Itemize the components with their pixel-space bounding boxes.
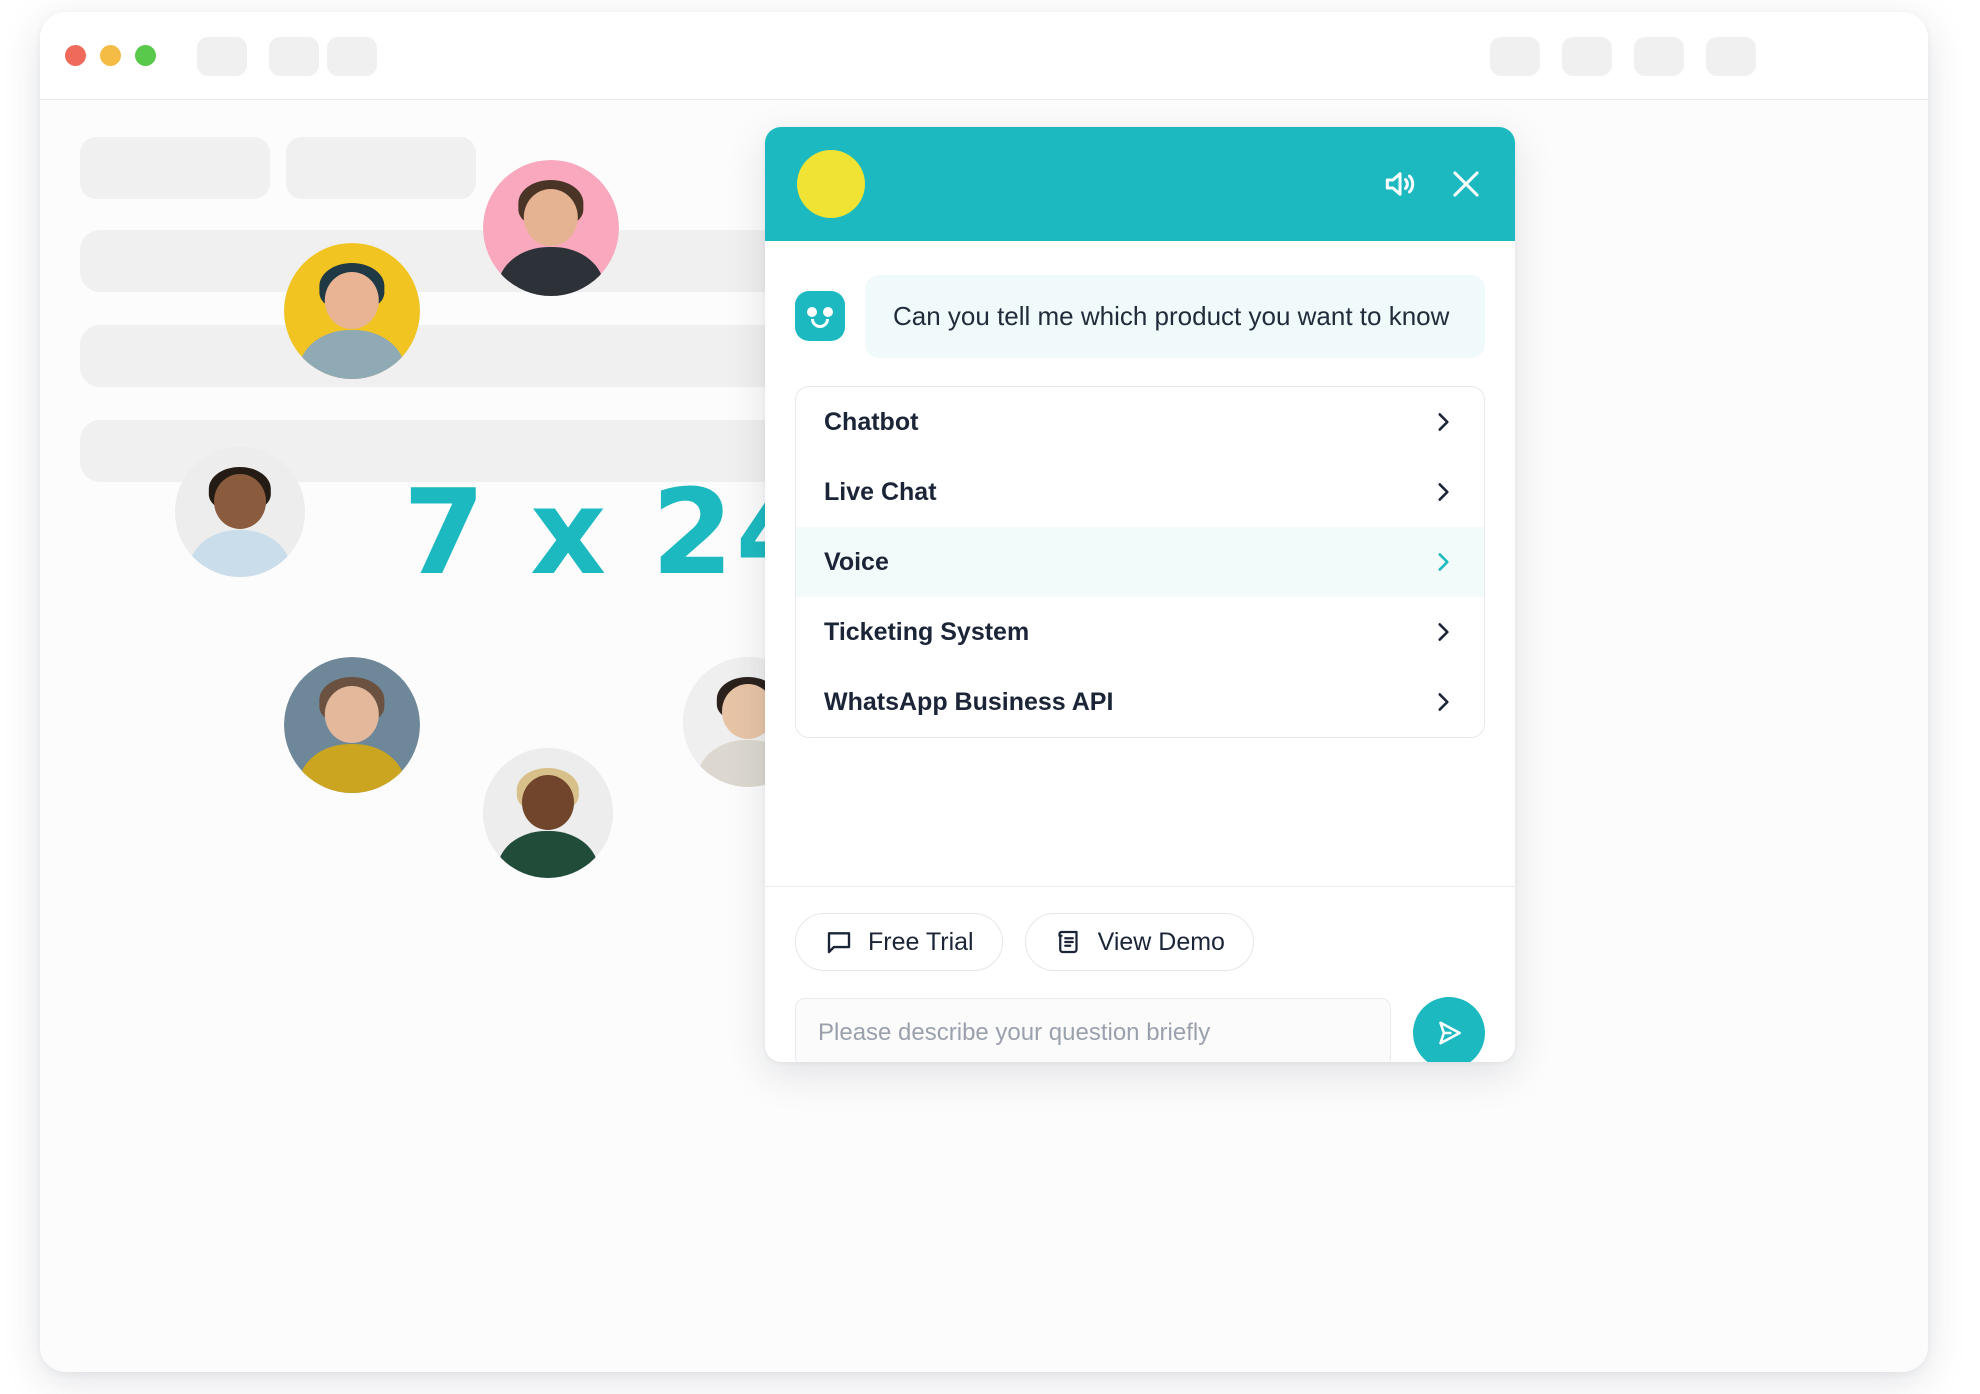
traffic-lights bbox=[65, 45, 156, 66]
page-content: 7 x 24 Can you tell me which product you… bbox=[40, 100, 1928, 1372]
window-minimize-button[interactable] bbox=[100, 45, 121, 66]
send-paper-plane-icon bbox=[1439, 1021, 1461, 1045]
chat-footer: Free Trial View Demo bbox=[765, 886, 1515, 1062]
view-demo-button[interactable]: View Demo bbox=[1024, 913, 1254, 971]
window-maximize-button[interactable] bbox=[135, 45, 156, 66]
avatar bbox=[483, 748, 613, 878]
chat-widget: Can you tell me which product you want t… bbox=[765, 127, 1515, 1062]
option-row-chatbot[interactable]: Chatbot bbox=[796, 387, 1484, 457]
chevron-right-icon bbox=[1438, 413, 1449, 431]
browser-window: 7 x 24 Can you tell me which product you… bbox=[40, 12, 1928, 1372]
option-row-ticketing-system[interactable]: Ticketing System bbox=[796, 597, 1484, 667]
toolbar-placeholder-3 bbox=[327, 37, 377, 76]
avatar bbox=[483, 160, 619, 296]
content-placeholder-block bbox=[286, 137, 476, 199]
toolbar-right-placeholder-3 bbox=[1634, 37, 1684, 76]
option-row-whatsapp-business-api[interactable]: WhatsApp Business API bbox=[796, 667, 1484, 737]
content-placeholder-block bbox=[80, 137, 270, 199]
bot-face-icon bbox=[795, 291, 845, 341]
chat-message-area: Can you tell me which product you want t… bbox=[765, 241, 1515, 886]
bot-message-row: Can you tell me which product you want t… bbox=[795, 275, 1485, 359]
chat-input-row bbox=[795, 997, 1485, 1062]
chevron-right-icon bbox=[1438, 553, 1449, 571]
window-close-button[interactable] bbox=[65, 45, 86, 66]
speaker-icon[interactable] bbox=[1381, 165, 1419, 203]
free-trial-label: Free Trial bbox=[868, 927, 974, 956]
toolbar-right-placeholder-4 bbox=[1706, 37, 1756, 76]
view-demo-label: View Demo bbox=[1097, 927, 1225, 956]
chevron-right-icon bbox=[1438, 483, 1449, 501]
option-label: Ticketing System bbox=[824, 617, 1030, 646]
chat-header-actions bbox=[1381, 165, 1485, 203]
toolbar-right-placeholder-1 bbox=[1490, 37, 1540, 76]
send-button[interactable] bbox=[1413, 997, 1485, 1062]
brand-logo bbox=[797, 150, 865, 218]
avatar bbox=[175, 447, 305, 577]
option-label: Voice bbox=[824, 547, 889, 576]
avatar bbox=[284, 243, 420, 379]
option-row-live-chat[interactable]: Live Chat bbox=[796, 457, 1484, 527]
chat-widget-header bbox=[765, 127, 1515, 241]
option-label: Chatbot bbox=[824, 407, 919, 436]
toolbar-right-placeholder-2 bbox=[1562, 37, 1612, 76]
product-options-list: Chatbot Live Chat Voice Ticketing System… bbox=[795, 386, 1485, 739]
close-icon[interactable] bbox=[1447, 165, 1485, 203]
toolbar-placeholder-2 bbox=[269, 37, 319, 76]
browser-titlebar bbox=[40, 12, 1928, 100]
toolbar-placeholder-1 bbox=[197, 37, 247, 76]
scroll-document-icon bbox=[1057, 930, 1078, 954]
free-trial-button[interactable]: Free Trial bbox=[795, 913, 1003, 971]
bot-message-text: Can you tell me which product you want t… bbox=[865, 275, 1485, 359]
availability-label: 7 x 24 bbox=[403, 463, 820, 601]
chat-bubble-icon bbox=[827, 932, 851, 954]
option-label: WhatsApp Business API bbox=[824, 687, 1114, 716]
chevron-right-icon bbox=[1438, 693, 1449, 711]
option-row-voice[interactable]: Voice bbox=[796, 527, 1484, 598]
quick-action-buttons: Free Trial View Demo bbox=[795, 913, 1485, 971]
avatar bbox=[284, 657, 420, 793]
option-label: Live Chat bbox=[824, 477, 937, 506]
chevron-right-icon bbox=[1438, 623, 1449, 641]
chat-input[interactable] bbox=[795, 998, 1391, 1062]
